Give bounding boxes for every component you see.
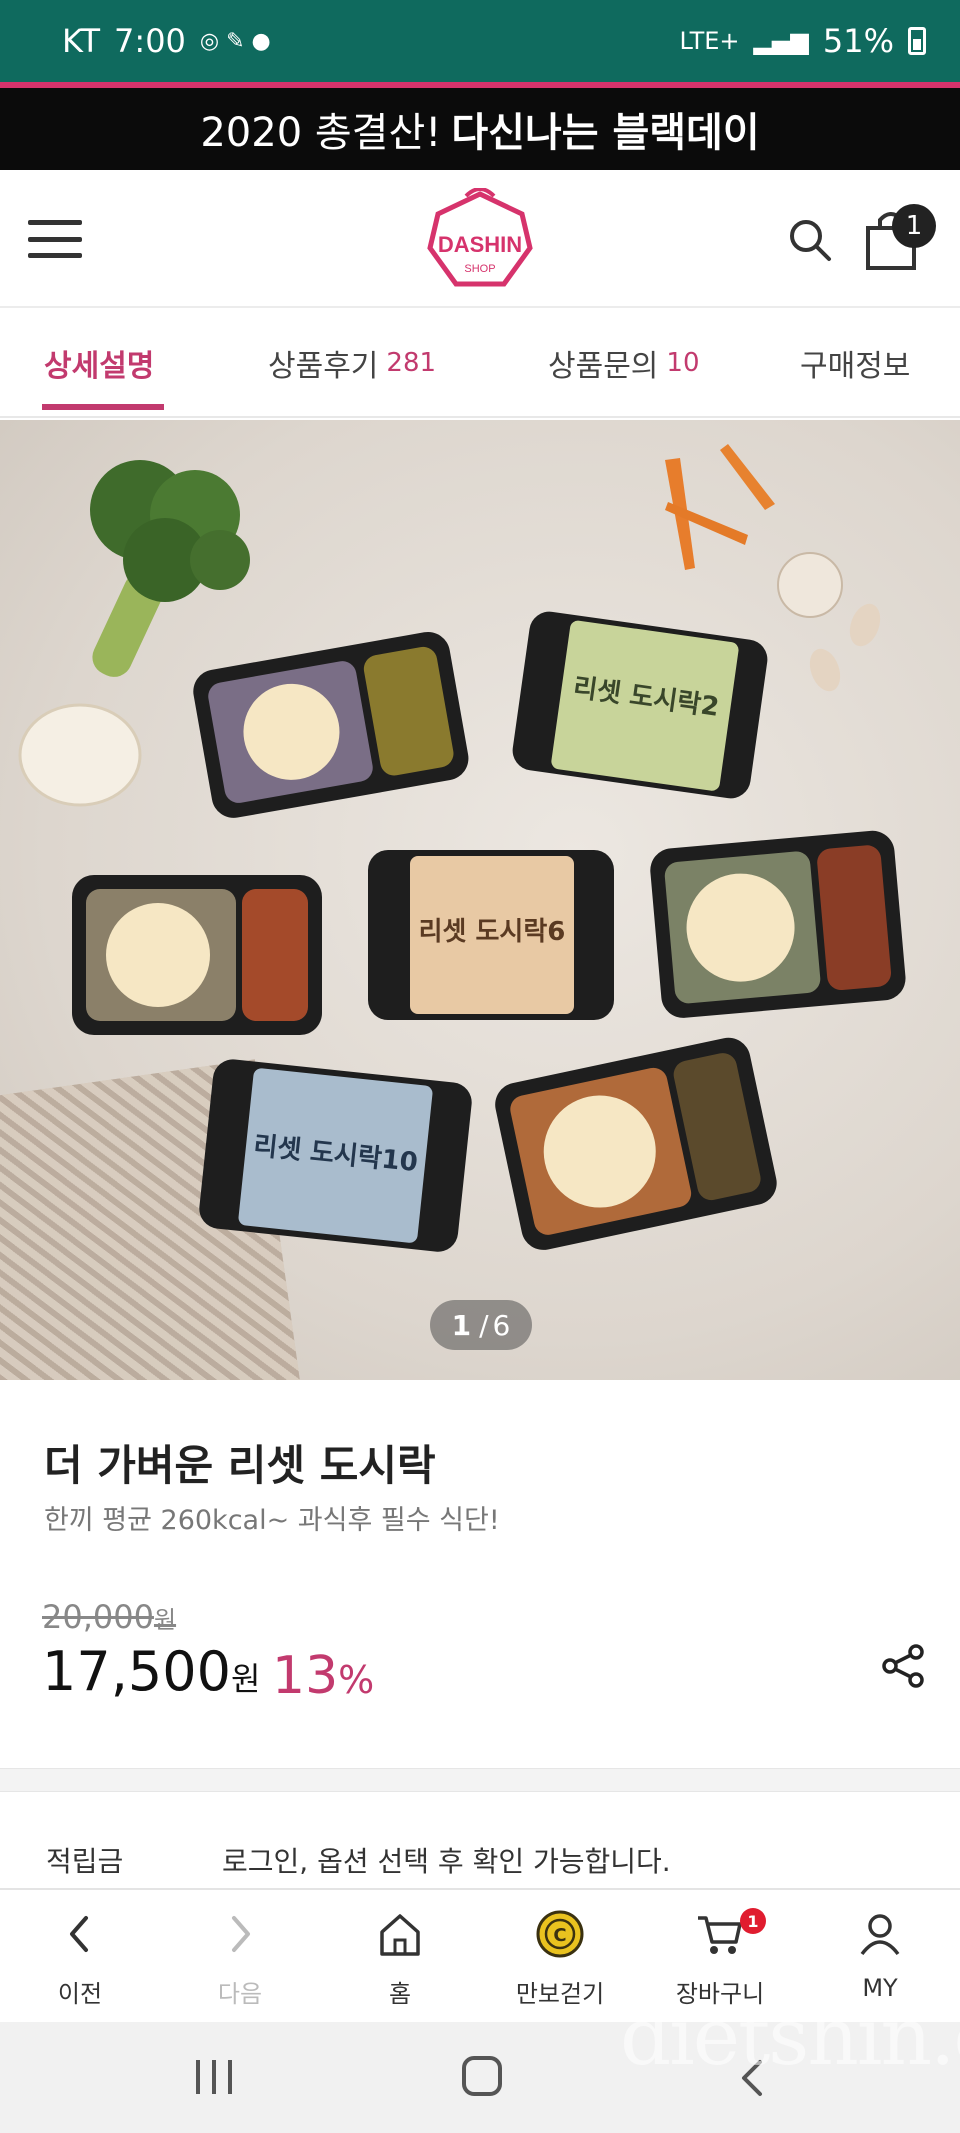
broccoli-image [90,460,250,677]
app-header: DASHIN SHOP [0,170,960,308]
meal-tray [72,875,322,1035]
product-image-carousel[interactable]: 리셋 도시락2 리셋 도시락6 리셋 도시락10 [0,420,960,1380]
discount-rate: 13% [272,1646,375,1706]
nav-home[interactable]: 홈 [320,1890,480,2024]
review-count: 281 [386,348,437,378]
tab-purchase-info[interactable]: 구매정보 [800,308,910,418]
meal-box: 리셋 도시락2 [512,611,768,799]
tab-label: 구매정보 [800,349,911,384]
user-icon [860,1914,900,1956]
section-divider [0,1768,960,1792]
meal-box: 리셋 도시락10 [199,1059,472,1252]
status-bar: KT 7:00 ◎ ✎ ● LTE+ ▂▄▆ 51% [0,0,960,82]
recent-apps-icon[interactable] [196,2060,232,2096]
watermark: dietshin.com [620,1990,960,2083]
inquiry-count: 10 [666,348,700,378]
nav-next[interactable]: 다음 [160,1890,320,2024]
tab-label: 상품문의 [548,349,659,384]
battery-icon [908,27,926,55]
signal-icon: ▂▄▆ [753,27,809,55]
cart-badge: 1 [740,1908,766,1934]
promo-banner[interactable]: 2020 총결산! 다신나는 블랙데이 [0,88,960,170]
product-title: 더 가벼운 리셋 도시락 [44,1441,436,1490]
home-button-icon[interactable] [462,2056,502,2096]
tab-detail[interactable]: 상세설명 [44,308,154,418]
active-tab-indicator [42,404,164,410]
product-subtitle: 한끼 평균 260kcal~ 과식후 필수 식단! [44,1505,500,1536]
meal-tray [495,1037,777,1250]
notification-icon: ◎ ✎ ● [199,28,271,54]
tab-label: 상세설명 [44,349,155,384]
garlic-image [777,552,881,692]
menu-icon [28,220,82,225]
carrier-label: KT [62,22,101,60]
cart-count-badge: 1 [892,204,936,248]
meal-tray [650,830,906,1018]
box-label: 리셋 도시락6 [419,917,566,947]
cart-icon [698,1916,742,1954]
onion-image [18,703,142,807]
tab-label: 상품후기 [268,349,379,384]
points-label: 적립금 [46,1845,124,1878]
coin-icon: C [536,1910,584,1958]
points-value: 로그인, 옵션 선택 후 확인 가능합니다. [222,1845,671,1878]
chevron-left-icon [70,1916,88,1952]
meal-box: 리셋 도시락6 [368,850,614,1020]
detail-tabs: 상세설명 상품후기 281 상품문의 10 구매정보 [0,308,960,418]
product-photo: 리셋 도시락2 리셋 도시락6 리셋 도시락10 [18,444,906,1252]
chevron-right-icon [232,1916,250,1952]
dashin-logo[interactable]: DASHIN SHOP [422,188,538,292]
carousel-page-indicator: 1 / 6 [430,1300,532,1350]
clock: 7:00 [114,22,186,60]
battery-label: 51% [822,22,894,60]
svg-text:C: C [553,1925,566,1946]
meal-tray [193,631,469,818]
total-pages: 6 [492,1308,511,1342]
search-icon[interactable] [788,218,832,262]
menu-button[interactable] [28,220,82,258]
promo-highlight: 다신나는 블랙데이 [451,110,760,156]
original-price: 20,000원 [42,1598,177,1636]
home-icon [380,1914,420,1956]
nav-prev[interactable]: 이전 [0,1890,160,2024]
tab-reviews[interactable]: 상품후기 281 [268,308,436,418]
network-label: LTE+ [679,27,740,55]
logo-text: DASHIN [438,232,522,257]
share-icon[interactable] [880,1642,928,1690]
promo-prefix: 2020 총결산! [200,110,442,156]
product-page: KT 7:00 ◎ ✎ ● LTE+ ▂▄▆ 51% 2020 총결산! 다신나… [0,0,960,2133]
carrot-image [665,444,775,570]
sale-price: 17,500원 [42,1640,261,1703]
logo-subtext: SHOP [464,263,495,275]
nav-walking[interactable]: C 만보걷기 [480,1890,640,2024]
current-page: 1 [451,1308,472,1342]
tab-inquiries[interactable]: 상품문의 10 [548,308,700,418]
